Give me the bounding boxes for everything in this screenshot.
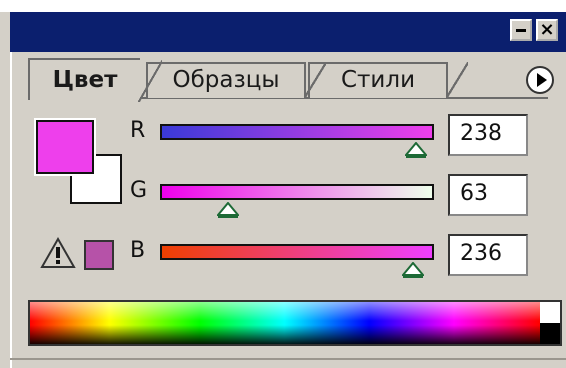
tab-styles[interactable]: Стили — [308, 62, 468, 98]
panel-titlebar[interactable]: × — [10, 12, 566, 52]
color-spectrum-ramp[interactable] — [28, 300, 562, 346]
panel-bottom-edge — [10, 358, 566, 360]
slider-thumb-g[interactable] — [216, 202, 239, 218]
gamut-color-swatch[interactable] — [84, 240, 114, 270]
close-button[interactable]: × — [536, 19, 558, 41]
minimize-icon[interactable] — [510, 19, 532, 41]
slider-track-b[interactable] — [160, 244, 434, 260]
channel-label-g: G — [130, 178, 148, 203]
spectrum-white-swatch[interactable] — [540, 302, 560, 323]
value-input-b[interactable]: 236 — [448, 234, 528, 276]
warning-triangle-icon[interactable] — [40, 236, 76, 270]
tab-swatches[interactable]: Образцы — [146, 62, 326, 98]
spectrum-shade — [30, 302, 560, 344]
spectrum-black-swatch[interactable] — [540, 323, 560, 344]
slider-track-r[interactable] — [160, 124, 434, 140]
foreground-color-swatch[interactable] — [34, 118, 96, 176]
window-frame-top — [0, 0, 566, 12]
tab-color[interactable]: Цвет — [28, 58, 162, 102]
value-input-g[interactable]: 63 — [448, 174, 528, 216]
slider-thumb-b[interactable] — [402, 262, 425, 278]
value-input-r[interactable]: 238 — [448, 114, 528, 156]
channel-label-r: R — [130, 118, 146, 143]
slider-track-g[interactable] — [160, 184, 434, 200]
slider-thumb-r[interactable] — [404, 142, 427, 158]
tab-bar: Цвет Образцы Стили — [28, 58, 498, 102]
channel-label-b: B — [130, 238, 146, 263]
panel-menu-arrow-icon[interactable] — [526, 66, 554, 94]
